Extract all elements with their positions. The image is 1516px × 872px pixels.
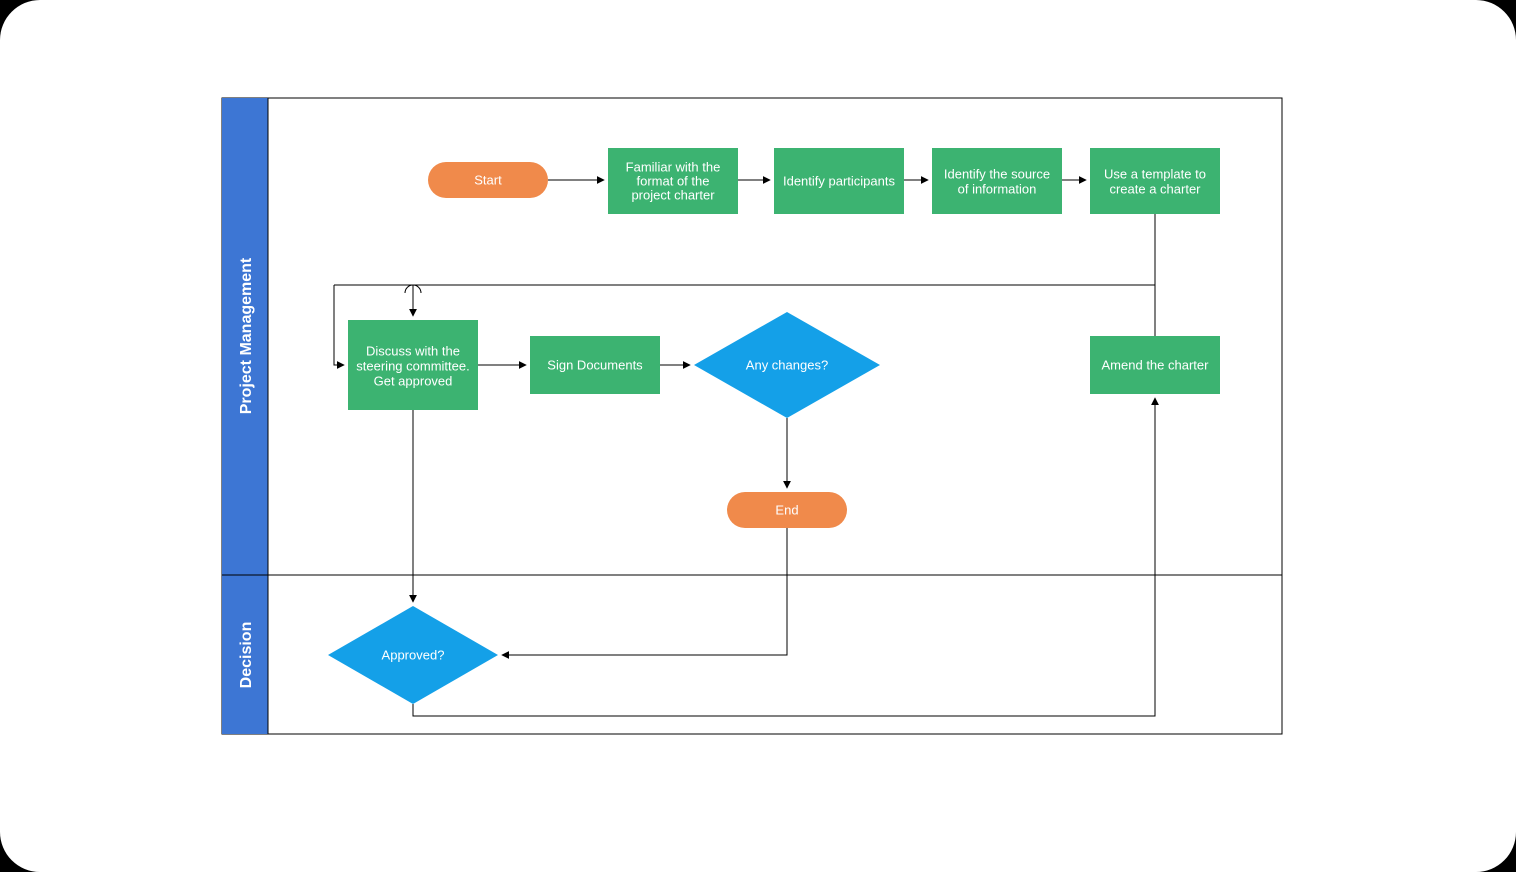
discuss-l2: steering committee. bbox=[356, 358, 469, 373]
conn-end-approved bbox=[502, 528, 787, 655]
conn-template-discuss bbox=[413, 214, 1155, 316]
familiar-l1: Familiar with the bbox=[626, 159, 721, 174]
start-label: Start bbox=[474, 172, 502, 187]
use-template-l1: Use a template to bbox=[1104, 166, 1206, 181]
discuss-l1: Discuss with the bbox=[366, 343, 460, 358]
familiar-l3: project charter bbox=[631, 187, 715, 202]
lane-label-decision: Decision bbox=[238, 622, 255, 689]
end-label: End bbox=[775, 502, 798, 517]
sign-label: Sign Documents bbox=[547, 357, 643, 372]
use-template-l2: create a charter bbox=[1109, 181, 1201, 196]
any-changes-label: Any changes? bbox=[746, 357, 828, 372]
identify-participants-label: Identify participants bbox=[783, 173, 896, 188]
conn-approved-amend bbox=[413, 398, 1155, 716]
identify-source-l1: Identify the source bbox=[944, 166, 1050, 181]
approved-label: Approved? bbox=[382, 647, 445, 662]
familiar-l2: format of the bbox=[637, 173, 710, 188]
swimlane-diagram: Project Management Decision Start Famili… bbox=[0, 0, 1516, 872]
amend-label: Amend the charter bbox=[1102, 357, 1210, 372]
conn-loop-discuss-left bbox=[334, 285, 344, 365]
diagram-card: Project Management Decision Start Famili… bbox=[0, 0, 1516, 872]
discuss-l3: Get approved bbox=[374, 373, 453, 388]
lane-label-pm: Project Management bbox=[238, 257, 255, 414]
identify-source-l2: of information bbox=[958, 181, 1037, 196]
